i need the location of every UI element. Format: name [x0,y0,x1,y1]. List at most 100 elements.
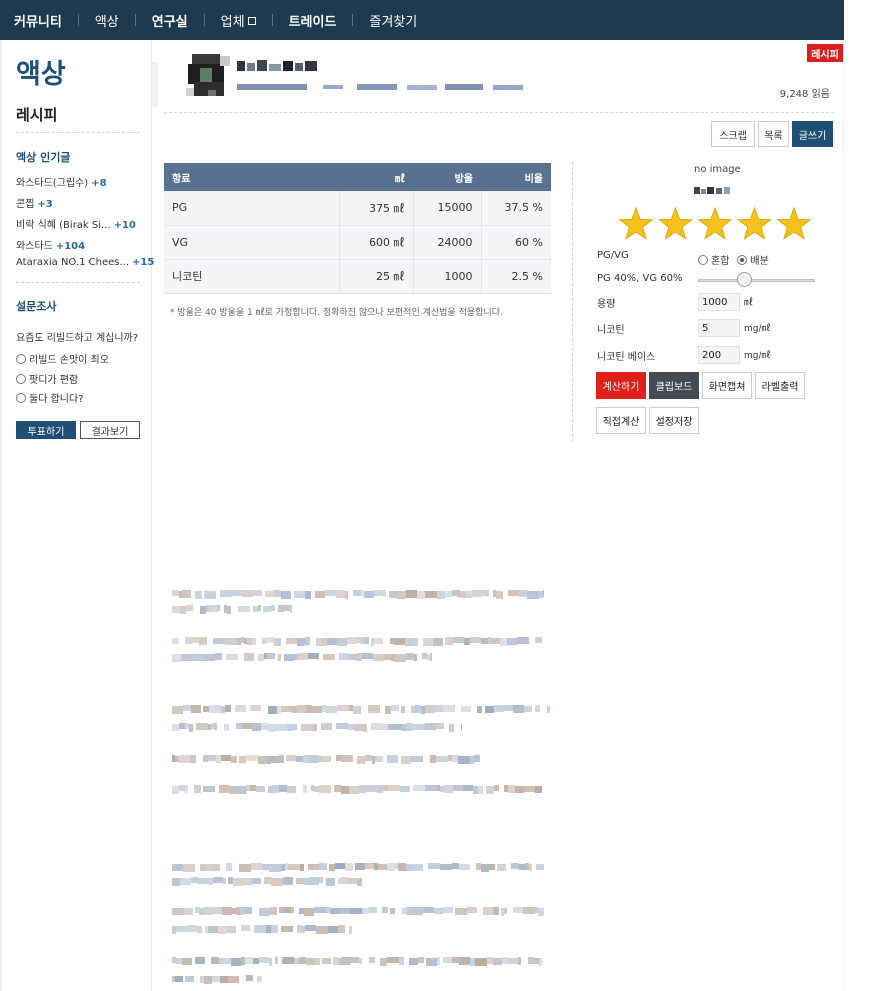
list-button[interactable]: 목록 [758,121,789,147]
slider-handle[interactable] [737,272,753,287]
poll-option[interactable]: 리빌드 손맛이 최오 [16,351,109,366]
blur-block [385,706,391,714]
blur-block [455,908,467,915]
blur-block [211,723,214,729]
blur-block [539,591,543,598]
poll-option[interactable]: 팟디가 편함 [16,371,78,386]
poll-option-label: 리빌드 손맛이 최오 [29,355,109,366]
nav-favorites[interactable]: 즐겨찾기 [369,11,417,30]
nav-vendor-label: 업체 [220,14,245,30]
slider-track[interactable] [698,279,815,282]
nav-vendor[interactable]: 업체 [221,11,256,30]
popular-item[interactable]: 와스타드 +104 [16,237,85,252]
save-settings-button[interactable]: 설정저장 [649,407,699,434]
sidebar-title[interactable]: 액상 [16,52,66,91]
pgvg-slider[interactable] [698,272,815,287]
recipe-tag: 레시피 [807,44,843,62]
blur-block [366,785,377,792]
popular-item[interactable]: 와스타드(그립수) +8 [16,174,107,189]
blur-block [272,785,279,793]
nav-liquid[interactable]: 액상 [95,11,119,30]
blur-block [286,755,296,761]
blur-block [445,591,452,597]
popular-item[interactable]: 비락 식혜 (Birak Si... +10 [16,216,136,231]
volume-input[interactable]: 1000 [698,293,740,311]
star-icon[interactable] [736,206,773,240]
sidebar-subtitle[interactable]: 레시피 [16,104,57,125]
blur-block [269,864,281,872]
column-divider [572,162,573,442]
blur-block [244,638,247,644]
blur-block [445,637,453,645]
blur-block [305,925,316,931]
capture-button[interactable]: 화면캡쳐 [702,372,752,399]
blur-block [437,591,445,599]
blur-block [216,755,221,763]
base-input[interactable]: 200 [698,346,740,364]
blur-block [185,976,194,982]
label-print-button[interactable]: 라벨출력 [755,372,805,399]
rating-stars[interactable] [618,206,814,242]
blur-block [195,907,199,913]
blur-block [341,786,349,794]
star-icon[interactable] [657,206,694,240]
blur-block [220,590,232,597]
blur-block [228,976,239,983]
write-button[interactable]: 글쓰기 [792,121,833,147]
vote-button[interactable]: 투표하기 [16,421,76,439]
blur-block [418,957,424,963]
table-cell: 600 ㎖ [338,225,413,260]
blur-block [222,907,232,915]
sidebar: 액상 레시피 액상 인기글 와스타드(그립수) +8 콘찝 +3 비락 식혜 (Bi… [4,40,154,991]
blur-block [186,605,193,611]
calculate-button[interactable]: 계산하기 [596,372,646,399]
nicotine-input[interactable]: 5 [698,319,740,337]
blur-block [223,878,226,884]
poll-option[interactable]: 둘다 합니다? [16,390,84,405]
blur-block [175,756,179,762]
scrap-button[interactable]: 스크랩 [711,121,755,147]
blur-block [290,605,292,613]
blur-block [219,785,229,793]
blur-block [309,755,319,763]
blur-block [227,606,231,614]
blur-block [436,756,448,762]
radio-icon[interactable] [16,392,26,403]
blur-block [417,591,425,599]
blur-block [421,706,425,714]
radio-icon[interactable] [16,373,26,384]
blur-block [244,653,254,661]
star-icon[interactable] [776,206,812,240]
nav-lab[interactable]: 연구실 [152,11,188,30]
popular-item[interactable]: 콘찝 +3 [16,195,53,210]
popular-item[interactable]: Ataraxia NO.1 Chees... +15 [16,257,154,268]
clipboard-button[interactable]: 클립보드 [649,372,699,399]
radio-icon[interactable] [698,254,708,265]
blur-block [209,605,217,612]
blur-block [414,654,417,661]
blur-block [297,925,302,933]
blur-block [319,785,331,793]
blur-block [425,723,436,730]
blur-block [449,724,454,732]
blur-block [430,755,436,763]
radio-icon[interactable] [737,254,748,265]
blur-block [288,864,300,870]
results-button[interactable]: 결과보기 [80,421,140,439]
blur-block [394,654,406,662]
star-icon[interactable] [618,206,654,240]
nav-community[interactable]: 커뮤니티 [14,11,62,30]
nav-trade[interactable]: 트레이드 [289,11,337,30]
blur-block [504,705,513,711]
star-icon[interactable] [697,206,733,240]
blur-block [383,785,388,791]
popular-item-title: 와스타드 [16,241,53,252]
volume-unit: ㎖ [744,298,754,308]
direct-calc-button[interactable]: 직접계산 [596,407,646,434]
blur-block [368,705,380,713]
blur-block [191,877,198,883]
col-header: ㎖ [339,163,413,191]
blur-block [356,590,361,596]
blur-block [253,590,262,596]
radio-icon[interactable] [16,353,26,364]
